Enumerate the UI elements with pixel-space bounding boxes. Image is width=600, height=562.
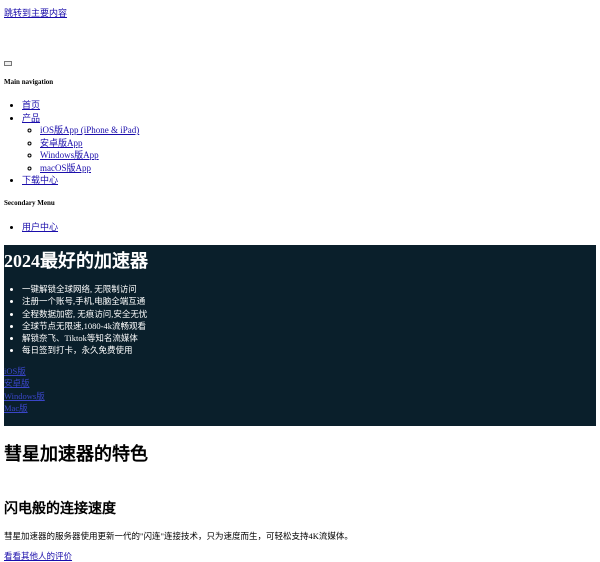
download-windows-link[interactable]: Windows版 <box>4 390 45 402</box>
hero-title: 2024最好的加速器 <box>4 251 148 271</box>
nav-link-user-center[interactable]: 用户中心 <box>22 222 58 232</box>
feature-item: 全程数据加密, 无痕访问,安全无忧 <box>22 308 147 320</box>
feature-item: 每日签到打卡，永久免费使用 <box>22 344 147 356</box>
secondary-nav-heading: Secondary Menu <box>4 199 55 207</box>
feature-item: 注册一个账号,手机,电脑全端互通 <box>22 295 147 307</box>
hero-feature-list: 一键解锁全球网络, 无限制访问 注册一个账号,手机,电脑全端互通 全程数据加密,… <box>22 283 147 357</box>
nav-item-user-center: 用户中心 <box>22 221 58 234</box>
nav-item-products: 产品 iOS版App (iPhone & iPad) 安卓版App Window… <box>22 112 139 175</box>
download-links: iOS版 安卓版 Windows版 Mac版 <box>4 365 45 415</box>
hero-banner: 2024最好的加速器 一键解锁全球网络, 无限制访问 注册一个账号,手机,电脑全… <box>4 245 596 426</box>
submenu-item-android: 安卓版App <box>40 137 139 150</box>
nav-link-ios-app[interactable]: iOS版App (iPhone & iPad) <box>40 125 139 135</box>
main-navigation: 首页 产品 iOS版App (iPhone & iPad) 安卓版App Win… <box>22 99 139 187</box>
nav-item-downloads: 下载中心 <box>22 174 139 187</box>
menu-toggle-button[interactable] <box>4 61 12 66</box>
nav-link-products[interactable]: 产品 <box>22 113 40 123</box>
download-mac-link[interactable]: Mac版 <box>4 402 45 414</box>
submenu-item-ios: iOS版App (iPhone & iPad) <box>40 124 139 137</box>
nav-link-download-center[interactable]: 下载中心 <box>22 175 58 185</box>
secondary-navigation: 用户中心 <box>22 221 58 234</box>
submenu-item-macos: macOS版App <box>40 162 139 175</box>
nav-link-android-app[interactable]: 安卓版App <box>40 138 83 148</box>
reviews-link[interactable]: 看看其他人的评价 <box>4 550 72 562</box>
features-section-title: 彗星加速器的特色 <box>4 444 148 464</box>
feature-speed-description: 彗星加速器的服务器使用更新一代的"闪连"连接技术，只为速度而生，可轻松支持4K流… <box>4 531 353 541</box>
feature-speed-title: 闪电般的连接速度 <box>4 502 116 517</box>
download-ios-link[interactable]: iOS版 <box>4 365 45 377</box>
download-android-link[interactable]: 安卓版 <box>4 377 45 389</box>
feature-item: 一键解锁全球网络, 无限制访问 <box>22 283 147 295</box>
products-submenu: iOS版App (iPhone & iPad) 安卓版App Windows版A… <box>22 124 139 174</box>
main-nav-heading: Main navigation <box>4 78 54 86</box>
nav-link-windows-app[interactable]: Windows版App <box>40 150 99 160</box>
nav-item-home: 首页 <box>22 99 139 112</box>
feature-item: 解锁奈飞、Tiktok等知名流媒体 <box>22 332 147 344</box>
submenu-item-windows: Windows版App <box>40 149 139 162</box>
nav-link-macos-app[interactable]: macOS版App <box>40 163 91 173</box>
feature-item: 全球节点无限速,1080-4k流畅观看 <box>22 320 147 332</box>
nav-link-home[interactable]: 首页 <box>22 100 40 110</box>
skip-to-content-link[interactable]: 跳转到主要内容 <box>4 6 67 19</box>
